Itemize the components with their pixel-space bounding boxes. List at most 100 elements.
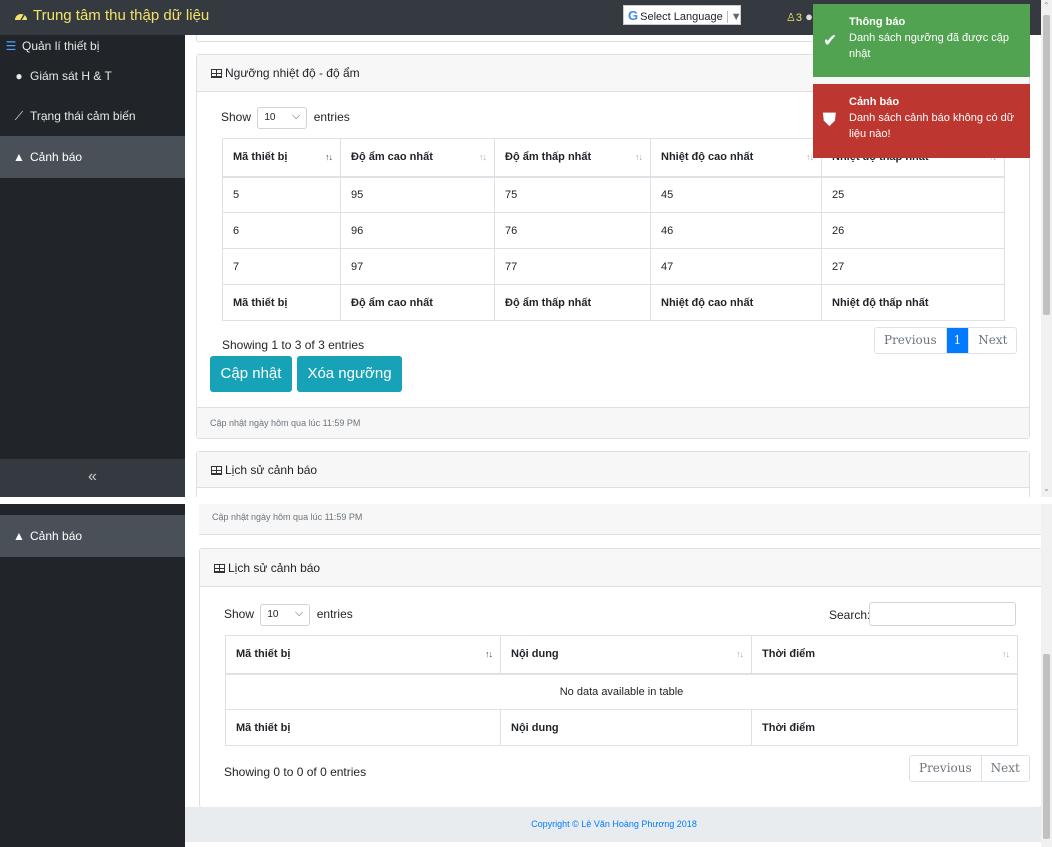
column-header-max-humidity[interactable]: Độ ẩm cao nhất ↑↓ bbox=[340, 138, 495, 178]
table-cell: 25 bbox=[821, 176, 1005, 213]
threshold-card-title: Ngưỡng nhiệt độ - độ ẩm bbox=[225, 66, 360, 80]
pagination-page-1[interactable]: 1 bbox=[946, 328, 970, 353]
brand-link[interactable]: Trung tâm thu thập dữ liệu bbox=[14, 7, 209, 24]
table-cell: 97 bbox=[340, 248, 495, 285]
column-header-label: Nhiệt độ cao nhất bbox=[661, 151, 754, 164]
scrollbar[interactable]: ⌃ ⌄ bbox=[1041, 0, 1052, 497]
threshold-pagination: Previous 1 Next bbox=[874, 327, 1018, 354]
sidebar-item-sensor-status[interactable]: ⟋ Trạng thái cảm biến bbox=[0, 105, 185, 127]
entries-select[interactable]: 10 ⌵ bbox=[260, 604, 311, 626]
table-cell: 7 bbox=[222, 248, 341, 285]
screenshot-separator bbox=[0, 497, 1052, 504]
column-header-label: Nội dung bbox=[511, 648, 559, 661]
sidebar-collapse-button[interactable]: « bbox=[0, 459, 185, 497]
entries-select[interactable]: 10 ⌵ bbox=[257, 107, 308, 129]
sidebar-item-label: Trạng thái cảm biến bbox=[30, 109, 136, 123]
sidebar-item-label: Giám sát H & T bbox=[30, 69, 112, 83]
alert-card-title: Lịch sử cảnh báo bbox=[228, 561, 321, 575]
sort-asc-icon: ↑↓ bbox=[485, 649, 493, 660]
toast-error[interactable]: ⛊ Cảnh báo Danh sách cảnh báo không có d… bbox=[813, 84, 1030, 158]
column-footer-max-temp: Nhiệt độ cao nhất bbox=[650, 284, 822, 321]
sidebar-item-alerts[interactable]: ▲ Cảnh báo bbox=[0, 515, 185, 557]
table-cell: 5 bbox=[222, 176, 341, 213]
warning-icon: ▲ bbox=[13, 529, 25, 543]
column-header-device[interactable]: Mã thiết bị ↑↓ bbox=[222, 138, 341, 178]
warning-icon: ▲ bbox=[13, 150, 25, 164]
sidebar-group-devices[interactable]: ☰ Quản lí thiết bị bbox=[0, 39, 185, 57]
dashboard-icon bbox=[15, 14, 27, 21]
info-circle-icon: ● bbox=[15, 69, 23, 83]
alert-card-partial: Lịch sử cảnh báo bbox=[196, 451, 1030, 497]
table-cell: 45 bbox=[650, 176, 822, 213]
scrollbar-thumb[interactable] bbox=[1043, 654, 1050, 839]
column-header-label: Độ ẩm thấp nhất bbox=[505, 151, 592, 164]
scroll-up-icon[interactable]: ⌃ bbox=[1043, 1, 1050, 10]
table-icon bbox=[211, 466, 222, 475]
column-header-min-humidity[interactable]: Độ ẩm thấp nhất ↑↓ bbox=[494, 138, 651, 178]
column-footer-min-humidity: Độ ẩm thấp nhất bbox=[494, 284, 651, 321]
sidebar-item-monitor[interactable]: ● Giám sát H & T bbox=[0, 65, 185, 87]
table-cell: 46 bbox=[650, 212, 822, 249]
column-footer-min-temp: Nhiệt độ thấp nhất bbox=[821, 284, 1005, 321]
column-header-max-temp[interactable]: Nhiệt độ cao nhất ↑↓ bbox=[650, 138, 822, 178]
sidebar: ☰ Quản lí thiết bị ● Giám sát H & T ⟋ Trạng… bbox=[0, 35, 185, 497]
show-label: Show bbox=[221, 110, 252, 125]
alert-table-info: Showing 0 to 0 of 0 entries bbox=[224, 765, 367, 779]
toast-error-title: Cảnh báo bbox=[849, 96, 900, 108]
table-cell: 95 bbox=[340, 176, 495, 213]
entries-label: entries bbox=[313, 110, 350, 125]
entries-select-value: 10 bbox=[267, 609, 279, 620]
sidebar-group-label: Quản lí thiết bị bbox=[22, 39, 100, 53]
sidebar-item-alerts[interactable]: ▲ Cảnh báo bbox=[0, 136, 185, 178]
sidebar-item-label: Cảnh báo bbox=[30, 150, 83, 164]
column-header-content[interactable]: Nội dung ↑↓ bbox=[500, 635, 752, 675]
toast-success[interactable]: ✔ Thông báo Danh sách ngưỡng đã được cập… bbox=[813, 4, 1030, 77]
pagination-next[interactable]: Next bbox=[969, 328, 1016, 353]
empty-message: No data available in table bbox=[225, 673, 1018, 710]
threshold-card-footer: Cập nhật ngày hôm qua lúc 11:59 PM bbox=[199, 504, 1042, 535]
toast-error-message: Danh sách cảnh báo không có dữ liệu nào! bbox=[849, 112, 1015, 140]
table-cell: 77 bbox=[494, 248, 651, 285]
search-label: Search: bbox=[829, 608, 871, 622]
entries-select-value: 10 bbox=[264, 112, 276, 123]
shield-exclamation-icon: ⛊ bbox=[823, 110, 836, 129]
screenshot-bottom: ▲ Cảnh báo Cập nhật ngày hôm qua lúc 11:5… bbox=[0, 504, 1052, 847]
column-header-time[interactable]: Thời điểm ↑↓ bbox=[751, 635, 1018, 675]
show-label: Show bbox=[224, 607, 255, 622]
scrollbar-thumb[interactable] bbox=[1043, 15, 1050, 315]
table-cell: 75 bbox=[494, 176, 651, 213]
threshold-card-footer: Cập nhật ngày hôm qua lúc 11:59 PM bbox=[197, 407, 1029, 438]
column-header-label: Mã thiết bị bbox=[236, 648, 291, 661]
column-header-label: Độ ẩm cao nhất bbox=[351, 151, 433, 164]
scroll-down-icon[interactable]: ⌄ bbox=[1043, 484, 1050, 493]
table-cell: 76 bbox=[494, 212, 651, 249]
table-cell: 26 bbox=[821, 212, 1005, 249]
toast-success-title: Thông báo bbox=[849, 16, 906, 28]
column-footer-device: Mã thiết bị bbox=[225, 709, 501, 746]
sort-icon: ↑↓ bbox=[806, 152, 814, 163]
delete-threshold-button[interactable]: Xóa ngưỡng bbox=[297, 356, 402, 392]
table-row-empty: No data available in table bbox=[225, 673, 1018, 710]
brand-title: Trung tâm thu thập dữ liệu bbox=[33, 7, 210, 24]
column-footer-max-humidity: Độ ẩm cao nhất bbox=[340, 284, 495, 321]
pagination-next[interactable]: Next bbox=[982, 756, 1029, 781]
sort-asc-icon: ↑↓ bbox=[325, 152, 333, 163]
pagination-previous[interactable]: Previous bbox=[875, 328, 947, 353]
alert-pagination: Previous Next bbox=[909, 755, 1030, 782]
table-row[interactable]: 5 95 75 45 25 bbox=[222, 176, 1005, 213]
column-header-device[interactable]: Mã thiết bị ↑↓ bbox=[225, 635, 501, 675]
update-button[interactable]: Cập nhật bbox=[210, 356, 292, 392]
alert-card-title: Lịch sử cảnh báo bbox=[225, 463, 318, 477]
nav-user-area[interactable]: ♙3 ● bbox=[786, 9, 813, 24]
language-select[interactable]: G Select Language ▼ bbox=[623, 5, 742, 25]
table-row[interactable]: 6 96 76 46 26 bbox=[222, 212, 1005, 249]
account-icon[interactable]: ● bbox=[805, 9, 813, 24]
user-icon: ♙ bbox=[786, 12, 796, 24]
table-icon bbox=[214, 564, 225, 573]
notification-count: 3 bbox=[795, 12, 802, 24]
search-input[interactable] bbox=[869, 602, 1016, 626]
pagination-previous[interactable]: Previous bbox=[910, 756, 982, 781]
table-row[interactable]: 7 97 77 47 27 bbox=[222, 248, 1005, 285]
scrollbar[interactable] bbox=[1041, 504, 1052, 847]
alert-table: Mã thiết bị ↑↓ Nội dung ↑↓ Thời điểm ↑↓ No … bbox=[225, 635, 1018, 746]
